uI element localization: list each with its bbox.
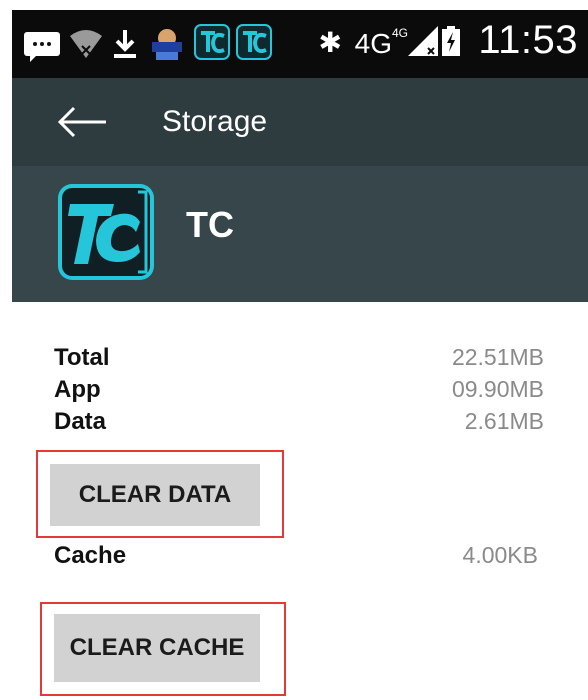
tc-app-icon [194, 24, 230, 60]
data-value: 2.61MB [464, 408, 544, 434]
storage-screen: ✱ 4G 4G 11:53 Storage TC Total 22.51MB A… [12, 10, 588, 700]
storage-row-cache: Cache 4.00KB [54, 542, 544, 574]
storage-row-data: Data 2.61MB [54, 408, 544, 440]
storage-row-total: Total 22.51MB [54, 344, 544, 376]
cache-label: Cache [54, 542, 127, 569]
app-header: TC [12, 166, 588, 302]
network-type: 4G [354, 28, 392, 59]
toolbar: Storage [12, 78, 588, 166]
total-value: 22.51MB [451, 344, 544, 370]
storage-details: Total 22.51MB App 09.90MB Data 2.61MB CL… [12, 302, 588, 700]
total-label: Total [54, 344, 110, 371]
tc-app-icon [58, 184, 154, 280]
clock: 11:53 [478, 18, 578, 62]
status-bar-system: ✱ 4G 4G 11:53 [278, 10, 578, 78]
data-label: Data [54, 408, 107, 435]
battery-charging-icon [442, 26, 460, 56]
signal-icon [408, 26, 438, 56]
clear-data-button[interactable]: CLEAR DATA [50, 464, 260, 526]
app-label: App [54, 376, 101, 403]
download-icon [114, 30, 136, 58]
app-name: TC [186, 204, 234, 245]
app-notification-icon [152, 29, 182, 60]
status-bar: ✱ 4G 4G 11:53 [12, 10, 588, 78]
app-value: 09.90MB [451, 376, 544, 402]
tc-app-icon [236, 24, 272, 60]
bluetooth-icon: ✱ [318, 26, 342, 59]
page-title: Storage [162, 105, 268, 138]
cache-value: 4.00KB [462, 542, 538, 568]
clear-cache-button[interactable]: CLEAR CACHE [54, 614, 260, 682]
message-icon [24, 32, 60, 62]
storage-row-app: App 09.90MB [54, 376, 544, 408]
wifi-icon [70, 30, 102, 58]
back-arrow-icon[interactable] [56, 104, 108, 140]
